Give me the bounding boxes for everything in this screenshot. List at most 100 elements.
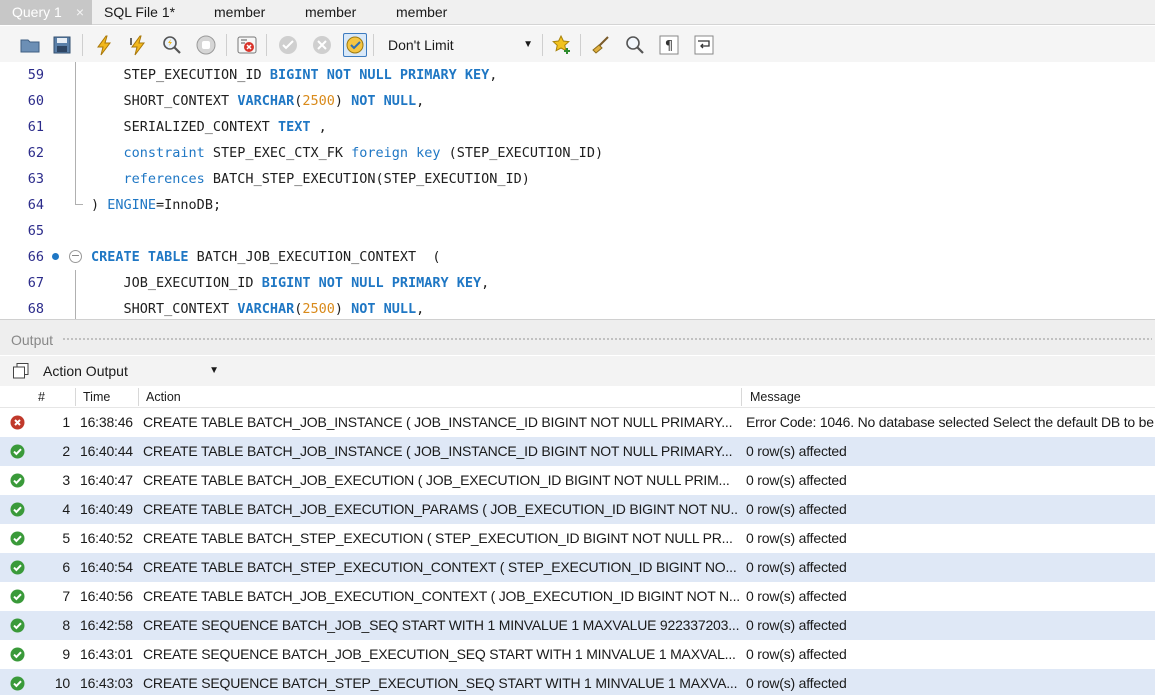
code-line[interactable]: 64) ENGINE=InnoDB; bbox=[0, 192, 1155, 218]
code-token: BATCH_JOB_EXECUTION_CONTEXT ( bbox=[188, 249, 441, 265]
code-token: ) bbox=[334, 301, 352, 317]
row-number: 2 bbox=[62, 443, 70, 459]
code-token: ) bbox=[334, 93, 352, 109]
folder-icon bbox=[20, 39, 40, 53]
code-token: ) bbox=[91, 197, 108, 213]
row-message: 0 row(s) affected bbox=[746, 559, 847, 575]
col-header-action[interactable]: Action bbox=[146, 386, 181, 408]
code-token: BIGINT NOT NULL PRIMARY KEY bbox=[261, 275, 482, 291]
code-token: =InnoDB; bbox=[156, 197, 222, 213]
tab-label: SQL File 1* bbox=[104, 4, 176, 20]
output-row[interactable]: 4 16:40:49 CREATE TABLE BATCH_JOB_EXECUTIO… bbox=[0, 495, 1155, 524]
row-action: CREATE TABLE BATCH_JOB_EXECUTION_PARAMS … bbox=[143, 501, 739, 517]
line-number: 64 bbox=[27, 197, 44, 213]
star-plus-icon bbox=[552, 34, 570, 54]
tab-label: member bbox=[214, 4, 266, 20]
row-message: Error Code: 1046. No database selected S… bbox=[746, 414, 1155, 430]
line-number: 67 bbox=[27, 275, 44, 291]
code-token: (STEP_EXECUTION_ID) bbox=[440, 145, 604, 161]
code-line[interactable]: 61 SERIALIZED_CONTEXT TEXT , bbox=[0, 114, 1155, 140]
copy-icon[interactable] bbox=[12, 362, 30, 380]
sql-editor-toolbar: Don't Limit ▼ ¶ bbox=[0, 26, 1155, 63]
execute-current-button[interactable] bbox=[126, 33, 150, 57]
code-line[interactable]: 66 − CREATE TABLE BATCH_JOB_EXECUTION_CONT… bbox=[0, 244, 1155, 270]
tab-query-1[interactable]: Query 1 × bbox=[0, 0, 92, 25]
toggle-word-wrap-button[interactable] bbox=[692, 33, 716, 57]
code-line[interactable]: 60 SHORT_CONTEXT VARCHAR(2500) NOT NULL, bbox=[0, 88, 1155, 114]
find-button[interactable] bbox=[623, 33, 647, 57]
success-icon bbox=[10, 647, 25, 662]
code-line[interactable]: 68 SHORT_CONTEXT VARCHAR(2500) NOT NULL, bbox=[0, 296, 1155, 319]
sql-editor[interactable]: 59 STEP_EXECUTION_ID BIGINT NOT NULL PRI… bbox=[0, 62, 1155, 319]
add-snippet-button[interactable] bbox=[550, 33, 574, 57]
code-line[interactable]: 59 STEP_EXECUTION_ID BIGINT NOT NULL PRI… bbox=[0, 62, 1155, 88]
line-number: 60 bbox=[27, 93, 44, 109]
output-row[interactable]: 2 16:40:44 CREATE TABLE BATCH_JOB_INSTANCE… bbox=[0, 437, 1155, 466]
action-output-grid: # Time Action Message 1 16:38:46 CREATE TA… bbox=[0, 386, 1155, 695]
stop-hand-icon bbox=[196, 35, 216, 55]
output-row[interactable]: 10 16:43:03 CREATE SEQUENCE BATCH_STEP_EXE… bbox=[0, 669, 1155, 695]
success-icon bbox=[10, 473, 25, 488]
row-action: CREATE TABLE BATCH_STEP_EXECUTION_CONTEX… bbox=[143, 559, 737, 575]
code-line[interactable]: 65 bbox=[0, 218, 1155, 244]
row-time: 16:43:03 bbox=[80, 675, 133, 691]
open-file-button[interactable] bbox=[18, 33, 42, 57]
tab-member-2[interactable]: member bbox=[293, 0, 385, 25]
row-message: 0 row(s) affected bbox=[746, 675, 847, 691]
explain-button[interactable] bbox=[160, 33, 184, 57]
tab-sql-file-1[interactable]: SQL File 1* bbox=[92, 0, 202, 25]
success-icon bbox=[10, 560, 25, 575]
commit-button[interactable] bbox=[276, 33, 300, 57]
output-row[interactable]: 5 16:40:52 CREATE TABLE BATCH_STEP_EXECUTI… bbox=[0, 524, 1155, 553]
statement-marker-icon bbox=[52, 253, 59, 260]
code-line[interactable]: 67 JOB_EXECUTION_ID BIGINT NOT NULL PRIM… bbox=[0, 270, 1155, 296]
code-text: STEP_EXECUTION_ID BIGINT NOT NULL PRIMAR… bbox=[91, 62, 498, 88]
rollback-button[interactable] bbox=[310, 33, 334, 57]
code-text: CREATE TABLE BATCH_JOB_EXECUTION_CONTEXT… bbox=[91, 244, 441, 270]
autocommit-toggle[interactable] bbox=[343, 33, 367, 57]
save-button[interactable] bbox=[50, 33, 74, 57]
output-row[interactable]: 1 16:38:46 CREATE TABLE BATCH_JOB_INSTANCE… bbox=[0, 408, 1155, 437]
limit-rows-select[interactable]: Don't Limit ▼ bbox=[379, 34, 539, 56]
output-row[interactable]: 3 16:40:47 CREATE TABLE BATCH_JOB_EXECUTIO… bbox=[0, 466, 1155, 495]
beautify-button[interactable] bbox=[589, 33, 613, 57]
limit-rows-value: Don't Limit bbox=[388, 37, 454, 53]
row-number: 4 bbox=[62, 501, 70, 517]
row-action: CREATE TABLE BATCH_JOB_EXECUTION ( JOB_E… bbox=[143, 472, 730, 488]
tab-member-3[interactable]: member bbox=[384, 0, 476, 25]
row-time: 16:42:58 bbox=[80, 617, 133, 633]
resize-grip[interactable] bbox=[62, 337, 1152, 342]
code-token: , bbox=[416, 301, 425, 317]
output-row[interactable]: 8 16:42:58 CREATE SEQUENCE BATCH_JOB_SEQ S… bbox=[0, 611, 1155, 640]
row-action: CREATE SEQUENCE BATCH_STEP_EXECUTION_SEQ… bbox=[143, 675, 738, 691]
check-circle-icon bbox=[279, 36, 297, 54]
col-header-message[interactable]: Message bbox=[750, 386, 801, 408]
toggle-invisible-chars-button[interactable]: ¶ bbox=[657, 33, 681, 57]
stop-button[interactable] bbox=[194, 33, 218, 57]
row-number: 5 bbox=[62, 530, 70, 546]
row-action: CREATE SEQUENCE BATCH_JOB_SEQ START WITH… bbox=[143, 617, 739, 633]
tab-label: Query 1 bbox=[12, 4, 62, 20]
grid-header: # Time Action Message bbox=[0, 386, 1155, 408]
execute-button[interactable] bbox=[92, 33, 116, 57]
col-header-time[interactable]: Time bbox=[83, 386, 110, 408]
code-line[interactable]: 62 constraint STEP_EXEC_CTX_FK foreign k… bbox=[0, 140, 1155, 166]
fold-collapse-icon[interactable]: − bbox=[69, 250, 82, 263]
output-row[interactable]: 7 16:40:56 CREATE TABLE BATCH_JOB_EXECUTIO… bbox=[0, 582, 1155, 611]
output-mode-select[interactable]: Action Output ▼ bbox=[37, 360, 225, 382]
code-line[interactable]: 63 references BATCH_STEP_EXECUTION(STEP_… bbox=[0, 166, 1155, 192]
toggle-continue-on-error-button[interactable] bbox=[235, 33, 259, 57]
code-token: TEXT bbox=[277, 119, 311, 135]
row-number: 3 bbox=[62, 472, 70, 488]
word-wrap-icon bbox=[694, 35, 714, 55]
output-row[interactable]: 9 16:43:01 CREATE SEQUENCE BATCH_JOB_EXECU… bbox=[0, 640, 1155, 669]
close-icon[interactable]: × bbox=[76, 0, 84, 24]
code-token: NOT NULL bbox=[351, 93, 417, 109]
output-row[interactable]: 6 16:40:54 CREATE TABLE BATCH_STEP_EXECUTI… bbox=[0, 553, 1155, 582]
line-number: 63 bbox=[27, 171, 44, 187]
col-header-num[interactable]: # bbox=[38, 386, 45, 408]
row-time: 16:40:44 bbox=[80, 443, 133, 459]
tab-member-1[interactable]: member bbox=[202, 0, 294, 25]
code-token: BATCH_STEP_EXECUTION(STEP_EXECUTION_ID) bbox=[204, 171, 530, 187]
